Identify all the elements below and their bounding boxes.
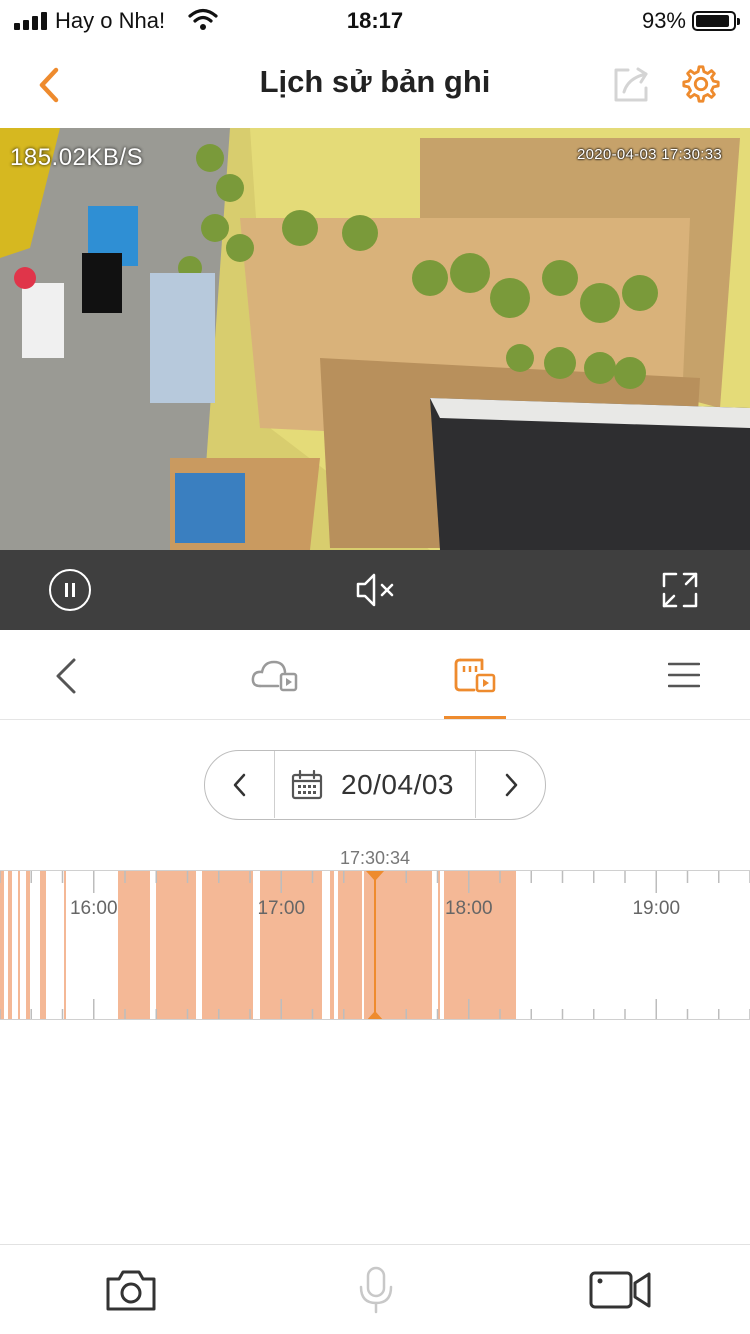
pause-button[interactable] — [49, 569, 91, 611]
recording-segment[interactable] — [40, 871, 46, 1020]
video-player[interactable]: 185.02KB/S 2020-04-03 17:30:33 — [0, 128, 750, 550]
timeline-hour-label: 18:00 — [445, 898, 493, 919]
menu-icon[interactable] — [668, 660, 700, 690]
recording-segment[interactable] — [438, 871, 440, 1020]
sd-card-playback-icon[interactable] — [452, 656, 496, 694]
header: Lịch sử bản ghi — [0, 42, 750, 128]
recording-segment[interactable] — [202, 871, 253, 1020]
timeline-hour-label: 16:00 — [70, 898, 118, 919]
recording-segment[interactable] — [26, 871, 30, 1020]
next-day-button[interactable] — [475, 751, 545, 818]
chevron-left-icon — [233, 773, 245, 796]
status-bar: Hay o Nha! 18:17 93% — [0, 0, 750, 42]
recording-segment[interactable] — [330, 871, 334, 1020]
status-time: 18:17 — [346, 8, 404, 33]
video-camera-icon[interactable] — [588, 1269, 652, 1311]
selected-date[interactable]: 20/04/03 — [341, 769, 454, 801]
recording-segment[interactable] — [8, 871, 12, 1020]
date-picker: 20/04/03 — [204, 750, 546, 820]
recording-segment[interactable] — [0, 871, 4, 1020]
timeline-canvas[interactable]: 16:00 17:00 18:00 19:00 — [0, 871, 750, 1020]
battery-icon — [692, 11, 740, 31]
recording-segment[interactable] — [118, 871, 150, 1020]
active-tab-indicator — [444, 716, 506, 719]
calendar-icon[interactable] — [291, 770, 323, 800]
bottom-action-bar — [0, 1244, 750, 1334]
chevron-right-icon — [505, 773, 517, 796]
camera-feed-image — [0, 128, 750, 550]
recording-segment[interactable] — [18, 871, 20, 1020]
speaker-muted-icon[interactable] — [354, 570, 398, 610]
gear-icon[interactable] — [680, 62, 722, 106]
recording-segment[interactable] — [338, 871, 362, 1020]
microphone-icon[interactable] — [356, 1265, 396, 1315]
bitrate-readout: 185.02KB/S — [10, 144, 144, 171]
cloud-playback-icon[interactable] — [250, 658, 298, 692]
camera-icon[interactable] — [104, 1267, 158, 1313]
timeline-current-time: 17:30:34 — [339, 848, 411, 868]
video-timestamp: 2020-04-03 17:30:33 — [577, 146, 722, 163]
fullscreen-icon[interactable] — [660, 570, 700, 610]
share-icon[interactable] — [610, 64, 652, 106]
recording-segment[interactable] — [64, 871, 66, 1020]
chevron-left-icon[interactable] — [50, 654, 84, 698]
recording-segment[interactable] — [444, 871, 516, 1020]
player-controls — [0, 550, 750, 630]
previous-day-button[interactable] — [205, 751, 275, 818]
recording-segment[interactable] — [156, 871, 196, 1020]
playback-tab-bar — [0, 630, 750, 720]
timeline-hour-label: 17:00 — [257, 898, 305, 919]
timeline-hour-label: 19:00 — [632, 898, 680, 919]
recording-segment[interactable] — [260, 871, 322, 1020]
recording-timeline[interactable]: 16:00 17:00 18:00 19:00 — [0, 870, 750, 1020]
battery-percent: 93% — [641, 8, 686, 33]
